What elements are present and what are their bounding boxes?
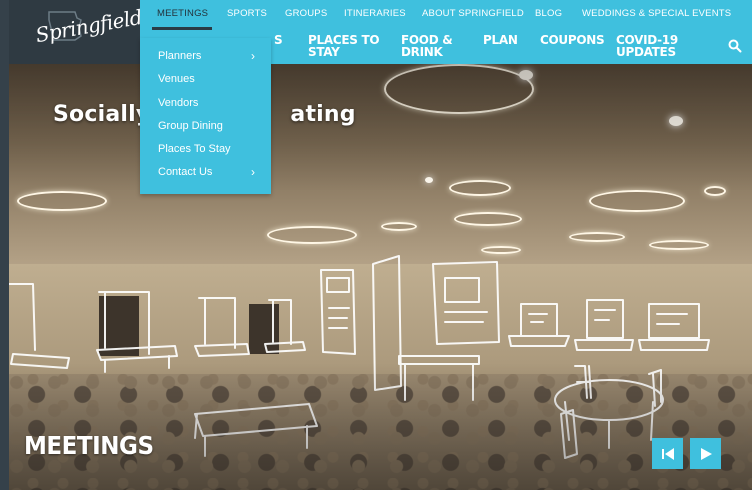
hero-heading-left: Socially [53, 102, 151, 127]
food-line2: DRINK [401, 45, 443, 59]
dropdown-item-venues[interactable]: Venues [140, 68, 271, 91]
places-line2: STAY [308, 45, 340, 59]
top-nav-itineraries[interactable]: ITINERARIES [344, 8, 406, 19]
left-edge-strip [0, 0, 9, 490]
dropdown-item-label: Venues [158, 73, 195, 86]
main-nav-partial[interactable]: S [274, 34, 283, 46]
dropdown-item-label: Vendors [158, 96, 199, 109]
hero-shade [9, 64, 752, 490]
dropdown-item-label: Places To Stay [158, 143, 231, 156]
main-nav-plan[interactable]: PLAN [483, 34, 518, 46]
dropdown-item-places-to-stay[interactable]: Places To Stay [140, 138, 271, 161]
meetings-dropdown-menu: Planners › Venues Vendors Group Dining P… [140, 38, 271, 194]
previous-slide-button[interactable] [652, 438, 683, 469]
hero-heading-right: ating [290, 102, 356, 127]
chevron-right-icon: › [251, 165, 255, 180]
dropdown-item-vendors[interactable]: Vendors [140, 92, 271, 115]
top-nav-sports[interactable]: SPORTS [227, 8, 267, 19]
hero-title: MEETINGS [24, 431, 154, 460]
next-icon [700, 447, 712, 460]
top-nav-weddings[interactable]: WEDDINGS & SPECIAL EVENTS [582, 8, 731, 19]
main-nav-food-drink[interactable]: FOOD & DRINK [401, 34, 453, 59]
covid-line2: UPDATES [616, 45, 676, 59]
main-nav-coupons[interactable]: COUPONS [540, 34, 605, 46]
logo-link[interactable]: Springfield [9, 0, 144, 64]
main-nav-places-to-stay[interactable]: PLACES TO STAY [308, 34, 380, 59]
chevron-right-icon: › [251, 49, 255, 63]
top-nav-about-springfield[interactable]: ABOUT SPRINGFIELD [422, 8, 524, 19]
dropdown-item-label: Planners [158, 50, 202, 62]
dropdown-item-label: Group Dining [158, 119, 223, 132]
top-nav-meetings[interactable]: MEETINGS [157, 8, 208, 19]
main-nav-covid-updates[interactable]: COVID-19 UPDATES [616, 34, 678, 58]
top-nav: MEETINGS SPORTS GROUPS ITINERARIES ABOUT… [140, 0, 752, 26]
top-nav-groups[interactable]: GROUPS [285, 8, 327, 19]
site-header: Springfield MEETINGS SPORTS GROUPS ITINE… [9, 0, 752, 64]
search-icon[interactable] [728, 39, 742, 53]
next-slide-button[interactable] [690, 438, 721, 469]
dropdown-item-planners[interactable]: Planners › [140, 45, 271, 68]
previous-icon [661, 447, 674, 460]
top-nav-blog[interactable]: BLOG [535, 8, 562, 19]
dropdown-item-label: Contact Us [158, 166, 213, 179]
dropdown-item-contact-us[interactable]: Contact Us › [140, 161, 271, 184]
hero-banner: Socially ating MEETINGS [9, 64, 752, 490]
dropdown-item-group-dining[interactable]: Group Dining [140, 115, 271, 138]
